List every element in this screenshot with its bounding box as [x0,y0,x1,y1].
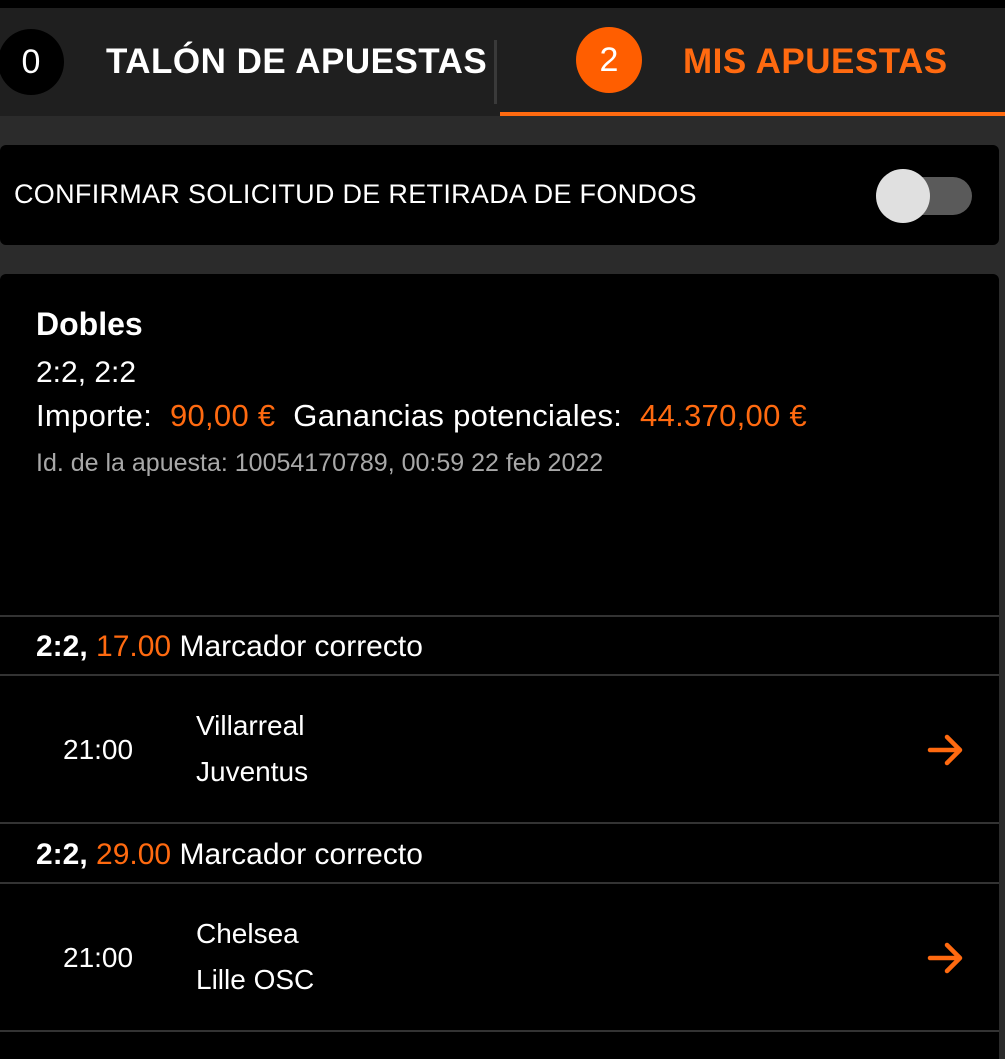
selection-odds: 17.00 [96,630,172,663]
bet-picks: 2:2, 2:2 [36,356,137,389]
stake-label: Importe: [36,398,153,433]
selection-odds: 29.00 [96,838,172,871]
toggle-knob [876,169,930,223]
stake-value: 90,00 € [169,398,276,433]
divider [0,1030,999,1032]
bet-card: Dobles 2:2, 2:2 Importe: 90,00 € Gananci… [0,274,999,1059]
cashout-confirm-row: CONFIRMAR SOLICITUD DE RETIRADA DE FONDO… [0,145,999,245]
arrow-right-icon[interactable] [926,730,966,770]
tab-betslip[interactable]: 0 TALÓN DE APUESTAS [0,8,495,116]
divider [0,822,999,824]
event-time: 21:00 [63,942,134,973]
bet-amounts: Importe: 90,00 € Ganancias potenciales: … [36,398,807,434]
home-team: Chelsea [196,918,299,949]
bet-id-line: Id. de la apuesta: 10054170789, 00:59 22… [36,449,604,477]
bet-tabs: 0 TALÓN DE APUESTAS 2 MIS APUESTAS [0,8,1005,116]
selection-header: 2:2, 29.00 Marcador correcto [36,838,423,872]
tab-betslip-label: TALÓN DE APUESTAS [106,42,488,81]
status-strip [0,0,1005,8]
selection-header: 2:2, 17.00 Marcador correcto [36,630,423,664]
tab-divider [494,40,497,104]
divider [0,674,999,676]
selection-market: Marcador correcto [179,838,423,871]
my-bets-count-badge: 2 [576,27,642,93]
away-team: Lille OSC [196,964,315,995]
arrow-right-icon[interactable] [926,938,966,978]
potential-winnings-label: Ganancias potenciales: [293,398,623,433]
home-team: Villarreal [196,710,305,741]
tab-my-bets-label: MIS APUESTAS [683,42,948,81]
divider [0,882,999,884]
selection-score: 2:2, [36,630,88,663]
bet-type: Dobles [36,306,143,342]
selection-score: 2:2, [36,838,88,871]
selection-market: Marcador correcto [179,630,423,663]
betslip-count-badge: 0 [0,29,64,95]
event-time: 21:00 [63,734,134,765]
my-bets-screen: 0 TALÓN DE APUESTAS 2 MIS APUESTAS CONFI… [0,0,1005,1059]
tab-my-bets[interactable]: 2 MIS APUESTAS [500,8,1005,116]
divider [0,615,999,617]
potential-winnings-value: 44.370,00 € [640,398,808,433]
cashout-confirm-label: CONFIRMAR SOLICITUD DE RETIRADA DE FONDO… [14,179,697,209]
away-team: Juventus [196,756,309,787]
cashout-confirm-toggle[interactable] [876,169,972,223]
